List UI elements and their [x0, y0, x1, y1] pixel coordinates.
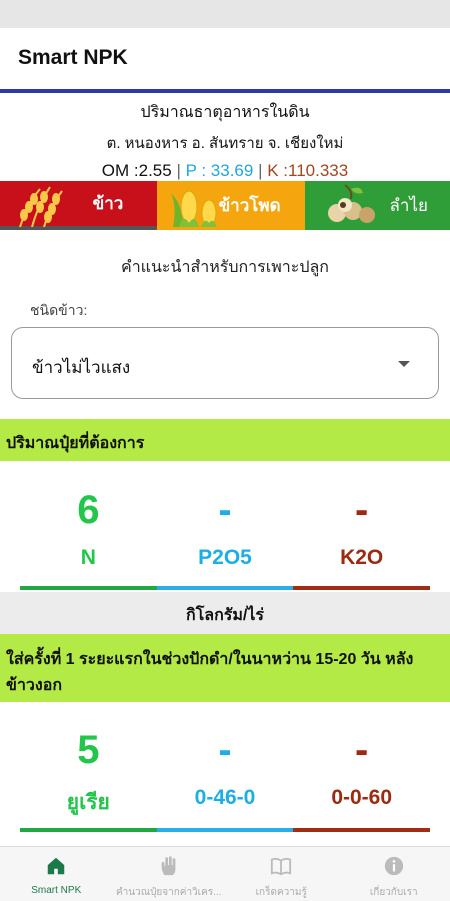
app-bar-divider: [0, 89, 450, 93]
info-icon: [383, 855, 405, 877]
nutrient-underline: [293, 586, 430, 590]
nav-label: เกี่ยวกับเรา: [338, 885, 450, 900]
rice-type-value: ข้าวไม่ไวแสง: [32, 354, 130, 381]
fertilizer-label: 0-46-0: [157, 786, 294, 810]
soil-location: ต. หนองหาร อ. สันทราย จ. เชียงใหม่: [0, 131, 450, 155]
crop-tab-longan[interactable]: ลำไย: [305, 181, 450, 230]
longan-icon: [315, 183, 387, 227]
fertilizer-underline: [20, 828, 157, 832]
soil-values: OM :2.55 | P : 33.69 | K :110.333: [0, 161, 450, 181]
nutrient-label: N: [20, 546, 157, 570]
nav-item-knowledge[interactable]: เกร็ดความรู้: [225, 847, 338, 901]
fertilizer-needed-values: 6 N - P2O5 - K2O: [20, 488, 430, 570]
nav-item-calculate[interactable]: คำนวณปุ๋ยจากค่าวิเคร...: [113, 847, 226, 901]
fertilizer-urea: 5 ยูเรีย: [20, 728, 157, 819]
app-bar: Smart NPK: [0, 28, 450, 90]
advice-title: คำแนะนำสำหรับการเพาะปลูก: [0, 255, 450, 280]
nutrient-label: K2O: [293, 546, 430, 570]
crop-tab-corn[interactable]: ข้าวโพด: [157, 181, 304, 230]
separator: |: [176, 161, 180, 180]
soil-nutrient-summary: ปริมาณธาตุอาหารในดิน ต. หนองหาร อ. สันทร…: [0, 96, 450, 181]
unit-label: กิโลกรัม/ไร่: [0, 592, 450, 634]
crop-label: ข้าว: [93, 190, 124, 217]
corn-icon: [167, 183, 239, 227]
home-icon: [45, 855, 67, 877]
nutrient-value: 6: [20, 488, 157, 540]
nutrient-underline: [20, 586, 157, 590]
crop-selector: ข้าว ข้าวโพด ลำไย: [0, 181, 450, 230]
hand-icon: [158, 855, 180, 877]
fertilizer-value: 5: [20, 728, 157, 780]
book-icon: [270, 855, 292, 877]
app-title: Smart NPK: [18, 46, 128, 70]
fertilizer-label: 0-0-60: [293, 786, 430, 810]
fertilizer-value: -: [293, 728, 430, 780]
nutrient-value: -: [293, 488, 430, 540]
fertilizer-underline: [293, 828, 430, 832]
crop-label: ลำไย: [390, 192, 428, 219]
bottom-navigation: Smart NPK คำนวณปุ๋ยจากค่าวิเคร... เกร็ดค…: [0, 846, 450, 901]
k-value: K :110.333: [267, 161, 348, 180]
nutrient-value: -: [157, 488, 294, 540]
nav-item-about[interactable]: เกี่ยวกับเรา: [338, 847, 450, 901]
rice-icon: [10, 183, 82, 227]
application-header: ใส่ครั้งที่ 1 ระยะแรกในช่วงปักดำ/ในนาหว่…: [0, 634, 450, 702]
soil-heading: ปริมาณธาตุอาหารในดิน: [0, 100, 450, 125]
fertilizer-value: -: [157, 728, 294, 780]
fertilizer-needed-header: ปริมาณปุ๋ยที่ต้องการ: [0, 419, 450, 461]
separator: |: [258, 161, 262, 180]
fertilizer-0-0-60: - 0-0-60: [293, 728, 430, 819]
nav-label: Smart NPK: [0, 885, 113, 896]
nav-label: คำนวณปุ๋ยจากค่าวิเคร...: [113, 885, 226, 900]
nutrient-n: 6 N: [20, 488, 157, 570]
status-bar: [0, 0, 450, 28]
fertilizer-0-46-0: - 0-46-0: [157, 728, 294, 819]
fertilizer-underline: [157, 828, 294, 832]
nav-label: เกร็ดความรู้: [225, 885, 338, 900]
fertilizer-label: ยูเรีย: [20, 786, 157, 819]
nav-item-smart-npk[interactable]: Smart NPK: [0, 847, 113, 901]
nutrient-underline: [157, 586, 294, 590]
nutrient-k2o: - K2O: [293, 488, 430, 570]
crop-tab-rice[interactable]: ข้าว: [0, 181, 157, 230]
rice-type-dropdown[interactable]: ข้าวไม่ไวแสง: [11, 327, 439, 399]
chevron-down-icon: [398, 361, 410, 367]
application-values: 5 ยูเรีย - 0-46-0 - 0-0-60: [20, 728, 430, 819]
p-value: P : 33.69: [186, 161, 254, 180]
om-value: OM :2.55: [102, 161, 172, 180]
rice-type-label: ชนิดข้าว:: [30, 300, 87, 322]
nutrient-label: P2O5: [157, 546, 294, 570]
nutrient-p2o5: - P2O5: [157, 488, 294, 570]
